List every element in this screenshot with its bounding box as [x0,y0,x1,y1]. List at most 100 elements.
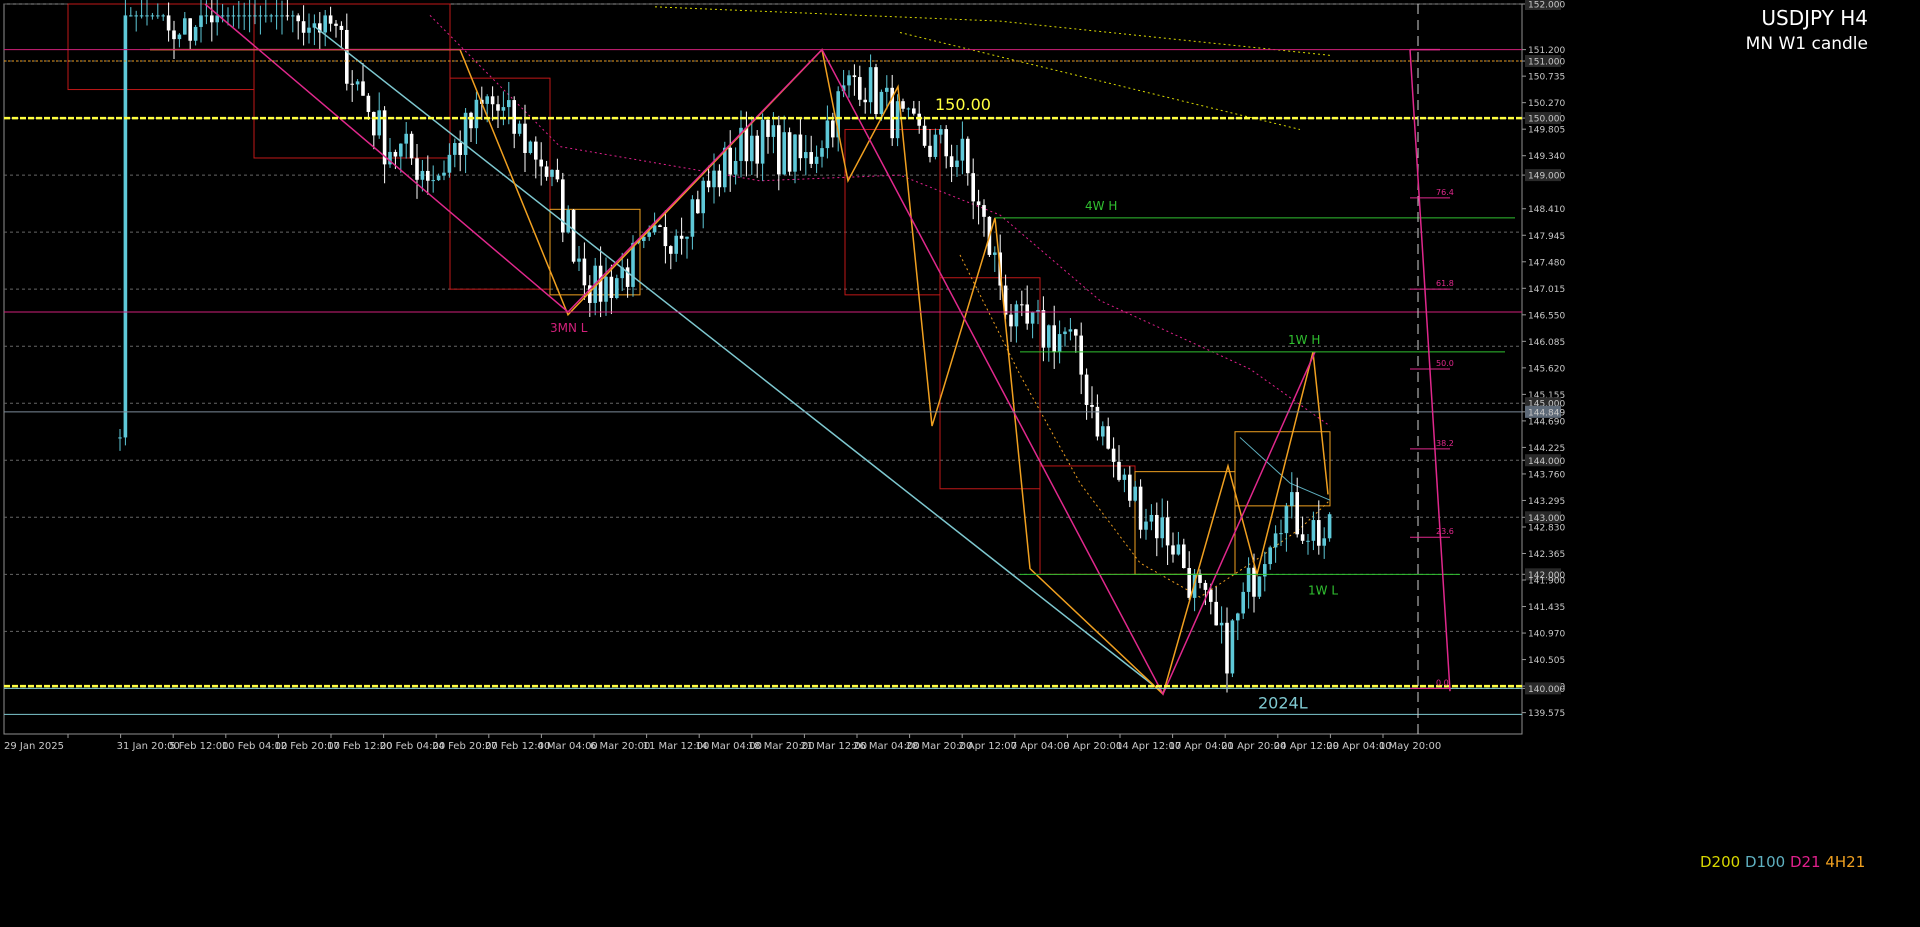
candle-body [1133,486,1137,501]
candle-body [285,15,290,17]
candle-body [895,101,900,139]
candle-body [280,15,284,17]
candle-body [1111,448,1116,462]
candle-body [404,133,408,144]
y-tick-label: 146.085 [1528,338,1565,348]
candle-body [145,15,149,17]
candle-body [960,138,965,161]
candle-body [1300,534,1305,541]
candle-body [1182,544,1186,569]
candle-body [598,265,603,302]
candle-body [625,267,630,287]
candle-body [1101,426,1105,437]
y-tick-label: 148.410 [1528,205,1565,215]
candle-body [777,125,781,175]
candle-body [177,34,182,40]
candle-body [982,205,986,217]
candle-body [685,236,689,239]
candle-body [415,158,419,180]
candle-body [1214,601,1218,626]
candle-body [517,123,522,134]
candle-body [393,151,398,157]
y-tick-label: 152.000 [1528,1,1565,11]
candle-body [723,147,727,188]
candle-body [172,30,176,40]
candle-body [1117,461,1121,480]
candle-body [247,15,252,17]
candle-body [1290,492,1294,507]
y-tick-label: 149.340 [1528,152,1565,162]
candle-body [507,100,511,108]
candle-body [1252,567,1256,597]
candle-body [1084,374,1089,405]
candle-body [733,160,738,175]
candle-body [204,15,209,17]
candle-body [350,83,354,85]
candle-body [820,148,824,157]
candle-body [863,99,867,103]
candle-body [609,276,614,299]
candle-body [1311,520,1316,541]
candle-body [1241,591,1245,614]
candle-body [431,180,435,182]
candle-body [690,199,695,237]
fib-level-label: 61.8 [1436,279,1454,288]
candle-body [1246,567,1251,592]
candle-body [361,81,365,96]
candle-body [658,225,662,228]
candle-body [976,201,981,206]
candle-body [809,152,813,164]
candle-body [814,156,819,164]
y-tick-label: 150.270 [1528,99,1565,109]
x-tick-label: 9 Apr 20:00 [1063,741,1122,752]
candle-body [744,127,749,162]
x-tick-label: 2 Apr 12:00 [958,741,1017,752]
candle-body [129,15,133,17]
y-tick-label: 147.015 [1528,285,1565,295]
level-label: 1W H [1288,333,1320,347]
candle-body [847,75,851,86]
candle-body [528,141,533,153]
fib-level-label: 0.0 [1436,678,1449,687]
candle-body [555,169,560,180]
candle-body [1268,547,1272,565]
candle-body [550,169,554,177]
y-tick-label: 144.690 [1528,417,1565,427]
fib-level-label: 23.6 [1436,527,1454,536]
candle-body [226,15,230,17]
y-tick-label: 150.735 [1528,73,1565,83]
candle-body [544,166,549,177]
chart-area[interactable]: 150.00 4W H 1W H 1W L 3MN L 2024L 76.4 61.8 50.… [0,0,1920,923]
candle-body [1025,304,1029,324]
y-tick-label: 149.805 [1528,126,1565,136]
x-tick-label: 5 Feb 12:00 [169,741,228,752]
candle-body [355,81,360,85]
candle-body [269,15,273,17]
candle-body [1209,589,1213,602]
candle-body [1144,521,1148,530]
candle-body [134,15,138,17]
candle-body [582,258,587,286]
price-chart[interactable]: 150.00 4W H 1W H 1W L 3MN L 2024L 76.4 61.8 50.… [0,0,1920,923]
candle-body [906,108,911,110]
y-tick-label: 140.970 [1528,630,1565,640]
y-tick-label: 142.830 [1528,523,1565,533]
candle-body [296,15,300,22]
candle-body [885,87,889,92]
candle-body [1074,329,1078,336]
candle-body [1317,520,1321,546]
level-label: 150.00 [935,95,991,114]
candle-body [868,67,873,103]
candle-body [1079,335,1083,375]
y-tick-label: 140.000 [1528,685,1565,695]
candle-body [1155,514,1159,539]
y-tick-label: 140.505 [1528,656,1565,666]
candle-body [577,258,581,262]
candle-body [631,242,635,287]
candle-body [561,179,565,233]
candle-body [1047,325,1051,348]
candle-body [399,143,403,157]
candle-body [912,108,916,114]
candle-body [366,95,371,112]
candle-body [1279,533,1283,535]
